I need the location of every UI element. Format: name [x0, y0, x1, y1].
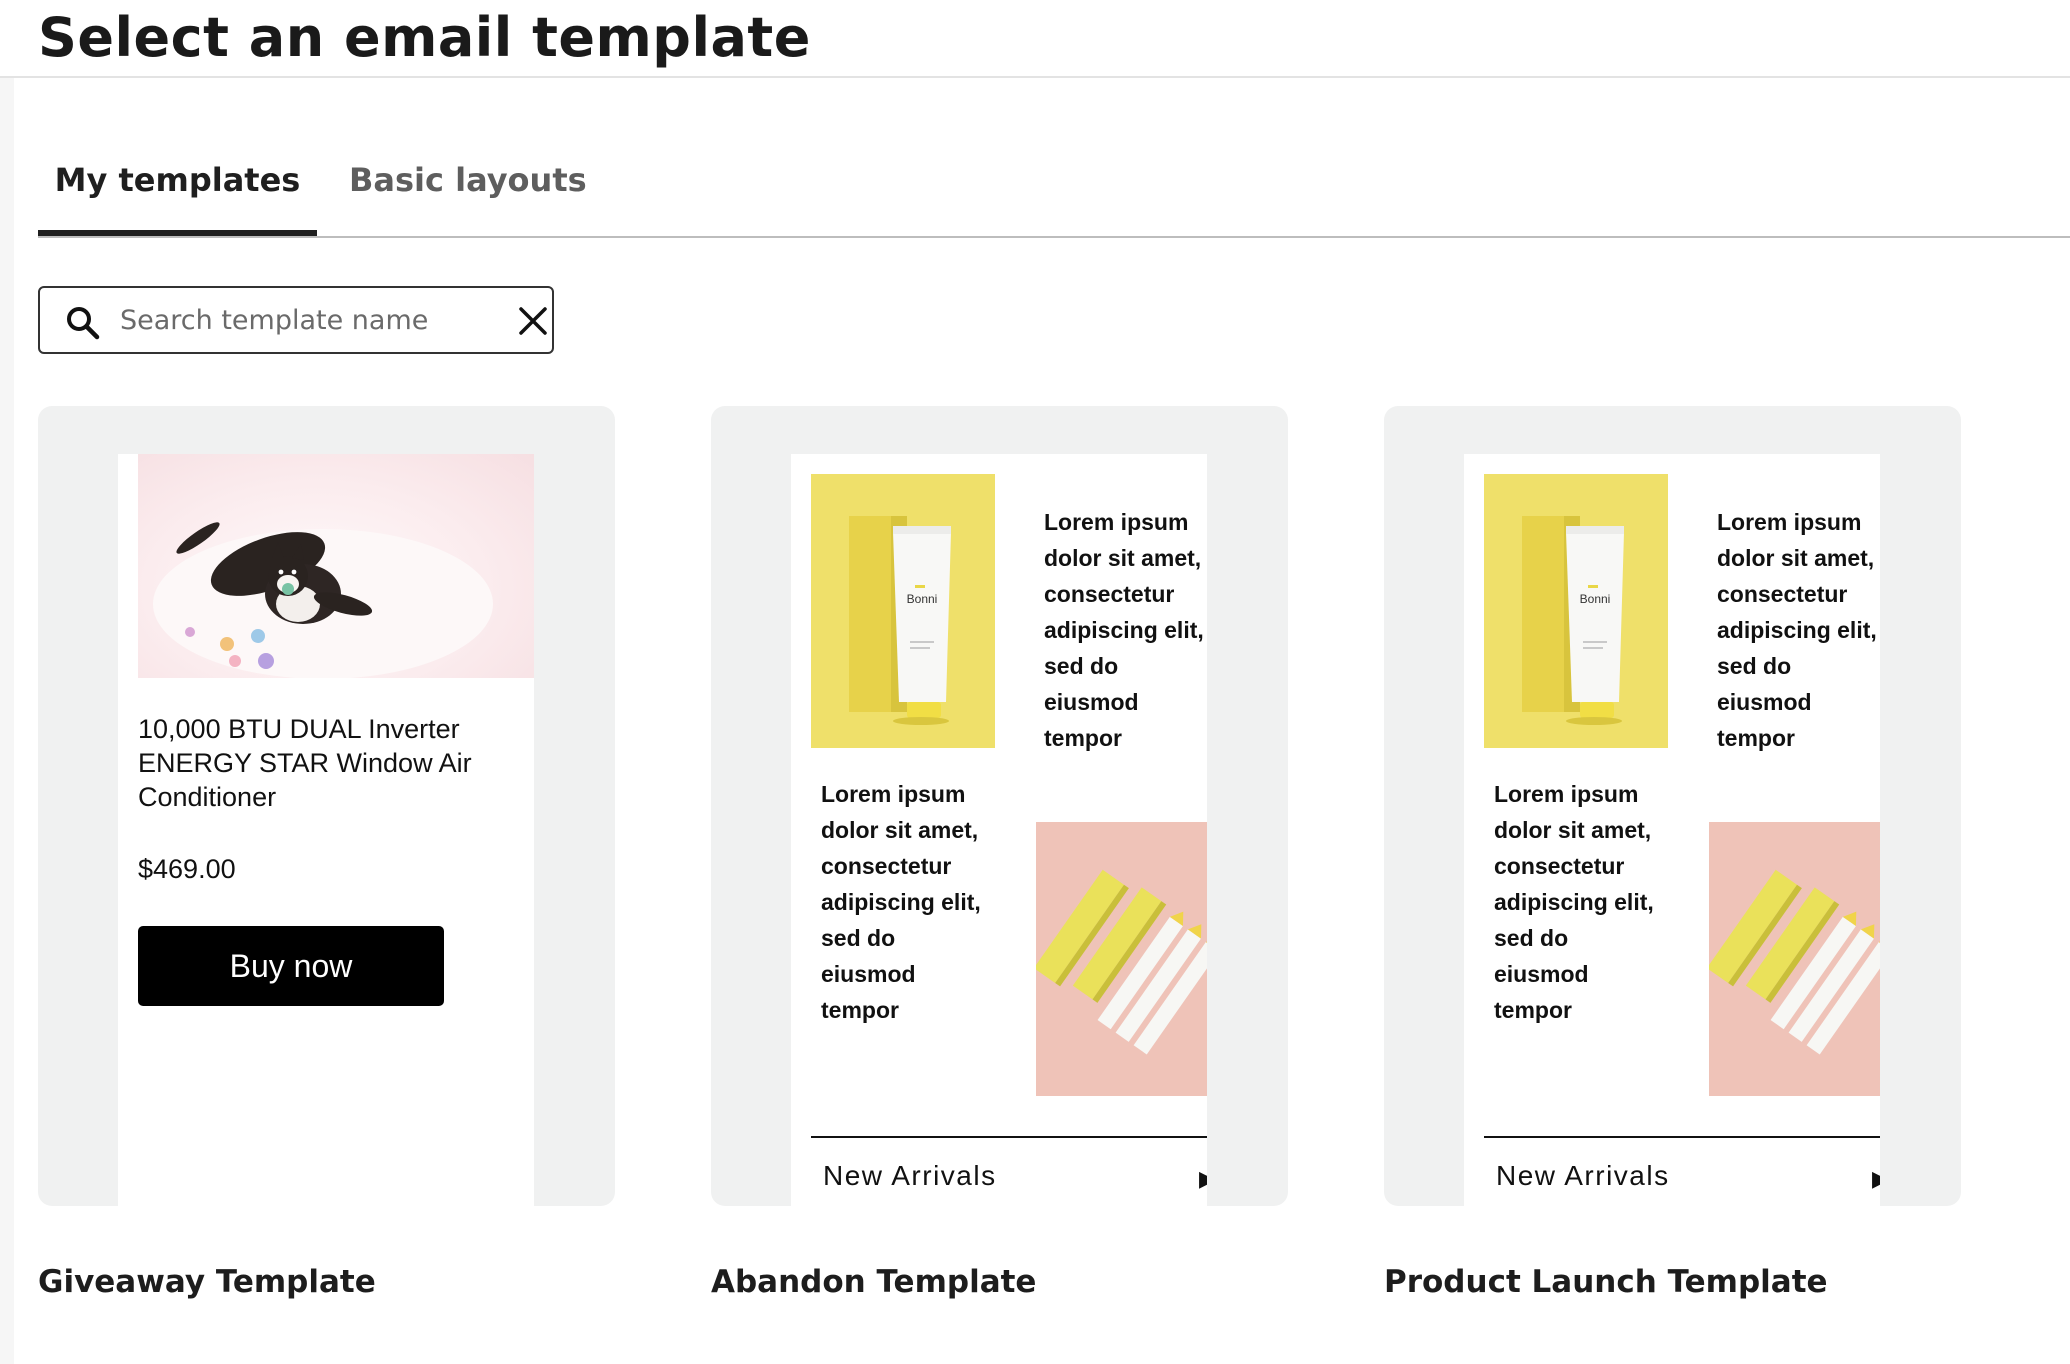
left-gutter — [0, 78, 14, 1364]
header-divider — [0, 76, 2070, 78]
template-card-product-launch[interactable]: Bonni Lorem ipsum dolor sit amet, consec… — [1384, 406, 1961, 1206]
tab-basic-layouts-label: Basic layouts — [349, 161, 587, 199]
template-card-giveaway[interactable]: 10,000 BTU DUAL Inverter ENERGY STAR Win… — [38, 406, 615, 1206]
tube-product-image: Bonni — [811, 474, 995, 748]
close-icon[interactable] — [518, 306, 548, 336]
footer-heading: New Arrivals — [823, 1160, 997, 1191]
chevron-right-icon: ▶ — [1199, 1166, 1207, 1192]
tab-my-templates-label: My templates — [54, 161, 301, 199]
page-title: Select an email template — [38, 6, 811, 69]
tube-label: Bonni — [1580, 592, 1611, 606]
chevron-right-icon: ▶ — [1872, 1166, 1880, 1192]
search-box — [38, 286, 554, 354]
crayon-product-image — [1709, 822, 1880, 1096]
text-block: Lorem ipsum dolor sit amet, consectetur … — [1494, 781, 1654, 1023]
template-tabs: My templates Basic layouts — [38, 140, 2070, 238]
tube-product-image: Bonni — [1484, 474, 1668, 748]
template-preview: 10,000 BTU DUAL Inverter ENERGY STAR Win… — [118, 454, 534, 1206]
template-preview: Bonni Lorem ipsum dolor sit amet, consec… — [791, 454, 1207, 1206]
divider — [1484, 1136, 1880, 1138]
template-preview: Bonni Lorem ipsum dolor sit amet, consec… — [1464, 454, 1880, 1206]
buy-now-button: Buy now — [138, 926, 444, 1006]
text-block: Lorem ipsum dolor sit amet, consectetur … — [1717, 509, 1877, 751]
dog-photo — [138, 454, 534, 678]
text-block: Lorem ipsum dolor sit amet, consectetur … — [821, 781, 981, 1023]
search-input[interactable] — [120, 296, 490, 344]
template-name[interactable]: Giveaway Template — [38, 1264, 376, 1300]
search-icon — [66, 306, 100, 340]
template-name[interactable]: Product Launch Template — [1384, 1264, 1828, 1300]
template-name[interactable]: Abandon Template — [711, 1264, 1036, 1300]
footer-heading: New Arrivals — [1496, 1160, 1670, 1191]
divider — [811, 1136, 1207, 1138]
tabs-divider — [38, 236, 2070, 238]
text-block: Lorem ipsum dolor sit amet, consectetur … — [1044, 509, 1204, 751]
tab-my-templates[interactable]: My templates — [38, 140, 317, 238]
tab-basic-layouts[interactable]: Basic layouts — [349, 140, 587, 236]
product-price: $469.00 — [138, 854, 236, 884]
tube-label: Bonni — [907, 592, 938, 606]
product-title: 10,000 BTU DUAL Inverter ENERGY STAR Win… — [138, 714, 472, 812]
template-card-abandon[interactable]: Bonni Lorem ipsum dolor sit amet, consec… — [711, 406, 1288, 1206]
crayon-product-image — [1036, 822, 1207, 1096]
